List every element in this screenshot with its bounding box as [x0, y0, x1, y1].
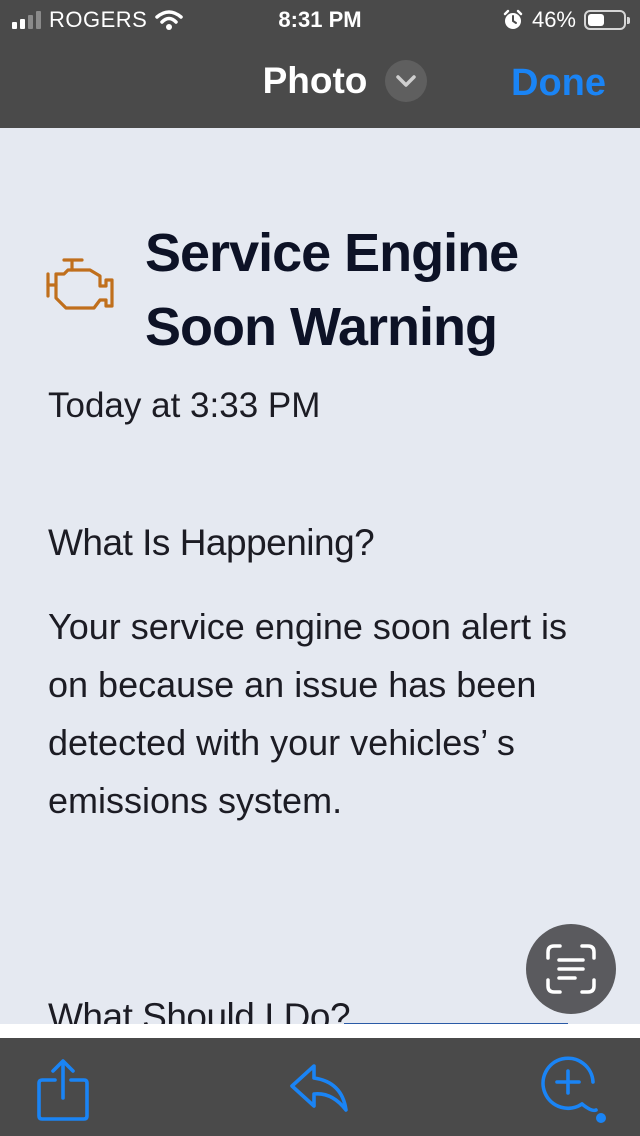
- battery-fill: [588, 14, 604, 26]
- engine-warning-icon: [46, 258, 114, 310]
- nav-bar: Photo Done: [0, 40, 640, 128]
- photo-content: Service Engine Soon Warning Today at 3:3…: [0, 128, 640, 1024]
- status-bar: ROGERS 8:31 PM 46%: [0, 0, 640, 40]
- section-heading-happening: What Is Happening?: [48, 522, 375, 563]
- nav-title: Photo: [262, 60, 368, 101]
- title-menu-button[interactable]: [385, 60, 428, 102]
- chevron-down-icon: [396, 75, 417, 87]
- alarm-icon: [503, 9, 523, 29]
- live-text-icon: [546, 944, 596, 994]
- section-body-happening: Your service engine soon alert is on bec…: [48, 606, 567, 821]
- bottom-toolbar: [0, 1038, 640, 1136]
- section-heading-what-to-do: What Should I Do?: [48, 996, 351, 1024]
- status-right: 46%: [502, 7, 630, 32]
- reply-icon[interactable]: [288, 1062, 350, 1116]
- battery-icon: [584, 10, 630, 30]
- live-text-button[interactable]: [526, 924, 616, 1014]
- done-button[interactable]: Done: [511, 62, 606, 105]
- share-icon[interactable]: [36, 1058, 90, 1122]
- markup-icon[interactable]: [538, 1052, 608, 1124]
- alert-title: Service Engine Soon Warning: [145, 223, 519, 357]
- divider: [0, 1024, 640, 1038]
- battery-percent: 46%: [531, 7, 576, 32]
- alert-timestamp: Today at 3:33 PM: [48, 386, 321, 425]
